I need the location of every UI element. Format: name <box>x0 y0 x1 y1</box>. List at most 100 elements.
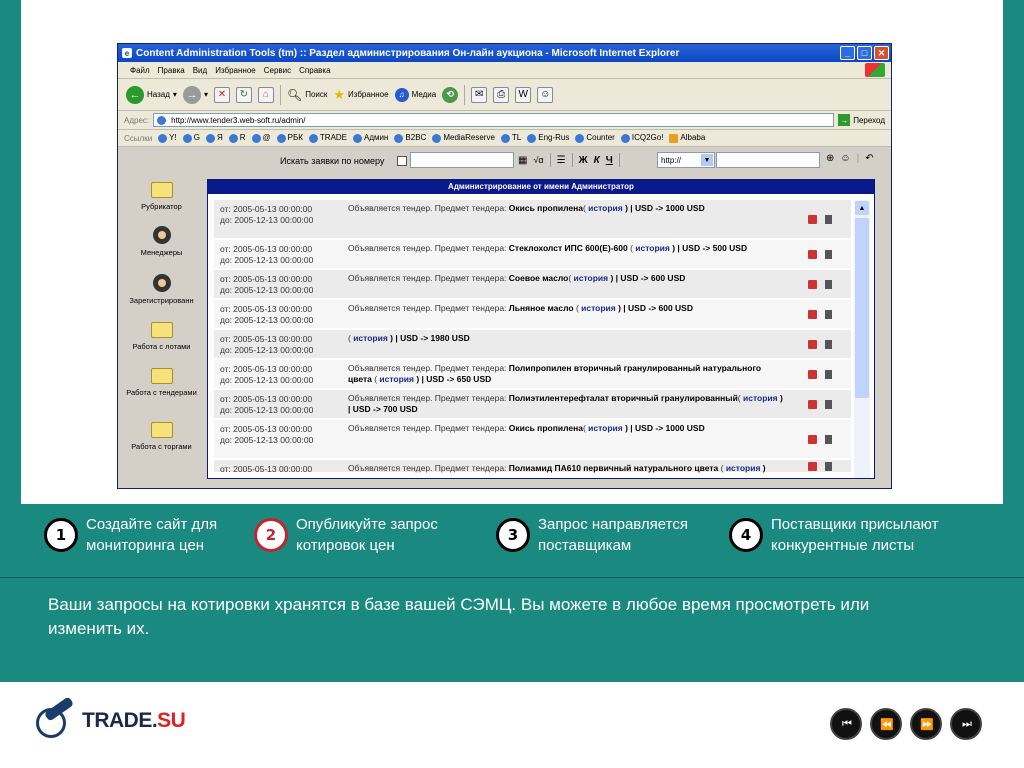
history-link[interactable]: история <box>379 374 414 384</box>
link-item[interactable]: MediaReserve <box>432 133 495 143</box>
messenger-icon[interactable]: ☺ <box>537 86 554 103</box>
edit-icon[interactable] <box>808 434 817 444</box>
sidebar-item-trades[interactable]: Работа с торгами <box>118 422 205 451</box>
history-link[interactable]: история <box>635 243 670 253</box>
link-item[interactable]: Я <box>205 133 223 143</box>
trash-icon[interactable] <box>825 434 832 444</box>
date-to: до: 2005-12-13 00:00:00 <box>220 315 314 325</box>
url-input[interactable] <box>716 152 820 168</box>
smiley-icon[interactable]: ☺ <box>840 153 850 164</box>
edit-page-icon[interactable]: W <box>515 86 532 103</box>
last-slide-icon[interactable]: ⏭ <box>950 708 982 740</box>
favorites-button[interactable]: ★ Избранное <box>333 87 388 103</box>
edit-icon[interactable] <box>808 309 817 319</box>
edit-icon[interactable] <box>808 369 817 379</box>
image-icon[interactable]: ▦ <box>518 155 527 166</box>
menu-tools[interactable]: Сервис <box>264 66 291 75</box>
link-item[interactable]: Y! <box>158 133 177 143</box>
tender-price: ) | USD -> 1000 USD <box>622 203 705 213</box>
link-item[interactable]: Админ <box>353 133 388 143</box>
close-button[interactable]: ✕ <box>874 46 889 60</box>
menu-view[interactable]: Вид <box>193 66 207 75</box>
previous-slide-icon[interactable]: ⏪ <box>870 708 902 740</box>
refresh-icon[interactable]: ↻ <box>235 86 252 103</box>
go-button[interactable]: → Переход <box>838 114 891 126</box>
link-item[interactable]: TRADE <box>308 133 347 143</box>
edit-icon[interactable] <box>808 399 817 409</box>
first-slide-icon[interactable]: ⏮ <box>830 708 862 740</box>
folder-icon <box>150 182 173 198</box>
home-icon[interactable]: ⌂ <box>257 86 274 103</box>
trash-icon[interactable] <box>825 339 832 349</box>
admin-panel: Администрирование от имени Администратор… <box>207 179 875 479</box>
formula-icon[interactable]: √α <box>533 155 543 165</box>
trash-icon[interactable] <box>825 249 832 259</box>
search-button[interactable]: 🔍︎ Поиск <box>287 88 327 102</box>
link-item[interactable]: Eng-Rus <box>527 133 569 143</box>
back-button[interactable]: ← Назад ▾ <box>126 85 177 104</box>
link-item[interactable]: РБК <box>276 133 303 143</box>
vertical-scrollbar[interactable]: ▲ <box>854 200 870 478</box>
history-link[interactable]: история <box>726 463 761 473</box>
chevron-up-icon[interactable]: ▲ <box>855 201 869 215</box>
media-button[interactable]: ♫ Медиа <box>394 87 436 102</box>
history-link[interactable]: история <box>588 423 623 433</box>
sidebar-item-rubricator[interactable]: Рубрикатор <box>118 182 205 211</box>
sidebar-item-tenders[interactable]: Работа с тендерами <box>118 368 205 397</box>
menu-favorites[interactable]: Избранное <box>215 66 256 75</box>
edit-icon[interactable] <box>808 339 817 349</box>
trash-icon[interactable] <box>825 399 832 409</box>
next-slide-icon[interactable]: ⏩ <box>910 708 942 740</box>
link-item[interactable]: Albaba <box>669 133 705 143</box>
link-item[interactable]: ICQ2Go! <box>620 133 663 143</box>
menu-edit[interactable]: Правка <box>158 66 185 75</box>
print-icon[interactable]: ⎙ <box>493 86 510 103</box>
trash-icon[interactable] <box>825 279 832 289</box>
trash-icon[interactable] <box>825 369 832 379</box>
scrollbar-thumb[interactable] <box>855 218 869 398</box>
menu-file[interactable]: Файл <box>130 66 150 75</box>
link-item[interactable]: Counter <box>575 133 615 143</box>
history-link[interactable]: история <box>588 203 623 213</box>
menu-help[interactable]: Справка <box>299 66 330 75</box>
table-row: от: 2005-05-13 00:00:00 до: 2005-12-13 00… <box>214 360 851 390</box>
sidebar-item-lots[interactable]: Работа с лотами <box>118 322 205 351</box>
bold-button[interactable]: Ж <box>579 155 588 166</box>
row-actions <box>789 240 851 268</box>
link-item[interactable]: R <box>228 133 246 143</box>
address-input[interactable]: http://www.tender3.web-soft.ru/admin/ <box>153 113 835 127</box>
mail-icon[interactable]: ✉ <box>471 86 488 103</box>
search-checkbox[interactable] <box>397 156 407 166</box>
edit-icon[interactable] <box>808 214 817 224</box>
edit-icon[interactable] <box>808 249 817 259</box>
trash-icon[interactable] <box>825 461 832 471</box>
maximize-button[interactable]: □ <box>857 46 872 60</box>
link-item[interactable]: B2BC <box>394 133 426 143</box>
trash-icon[interactable] <box>825 309 832 319</box>
list-icon[interactable]: ☰ <box>557 155 566 166</box>
link-item[interactable]: @ <box>251 133 271 143</box>
sidebar-item-managers[interactable]: Менеджеры <box>118 226 205 257</box>
link-item[interactable]: G <box>182 133 200 143</box>
history-link[interactable]: история <box>581 303 616 313</box>
link-item[interactable]: TL <box>500 133 521 143</box>
date-range: от: 2005-05-13 00:00:00 до: 2005-12-13 00… <box>214 360 342 388</box>
minimize-button[interactable]: _ <box>840 46 855 60</box>
history-link[interactable]: история <box>574 273 609 283</box>
history-link[interactable]: история <box>353 333 388 343</box>
history-icon[interactable]: ⟲ <box>442 86 459 103</box>
globe-icon[interactable]: ⊕ <box>826 153 834 164</box>
underline-button[interactable]: Ч <box>606 155 613 166</box>
search-number-input[interactable] <box>410 152 514 168</box>
tender-description: Объявляется тендер. Предмет тендера: Пол… <box>342 360 789 388</box>
history-link[interactable]: история <box>743 393 778 403</box>
sidebar-item-registered[interactable]: Зарегистрированн <box>118 274 205 305</box>
italic-button[interactable]: К <box>594 155 600 166</box>
url-protocol-select[interactable]: http:// ▼ <box>657 152 715 168</box>
stop-icon[interactable]: ✕ <box>213 86 230 103</box>
undo-icon[interactable]: ↶ <box>865 153 873 164</box>
forward-button[interactable]: → ▾ <box>182 85 208 104</box>
edit-icon[interactable] <box>808 461 817 471</box>
edit-icon[interactable] <box>808 279 817 289</box>
trash-icon[interactable] <box>825 214 832 224</box>
